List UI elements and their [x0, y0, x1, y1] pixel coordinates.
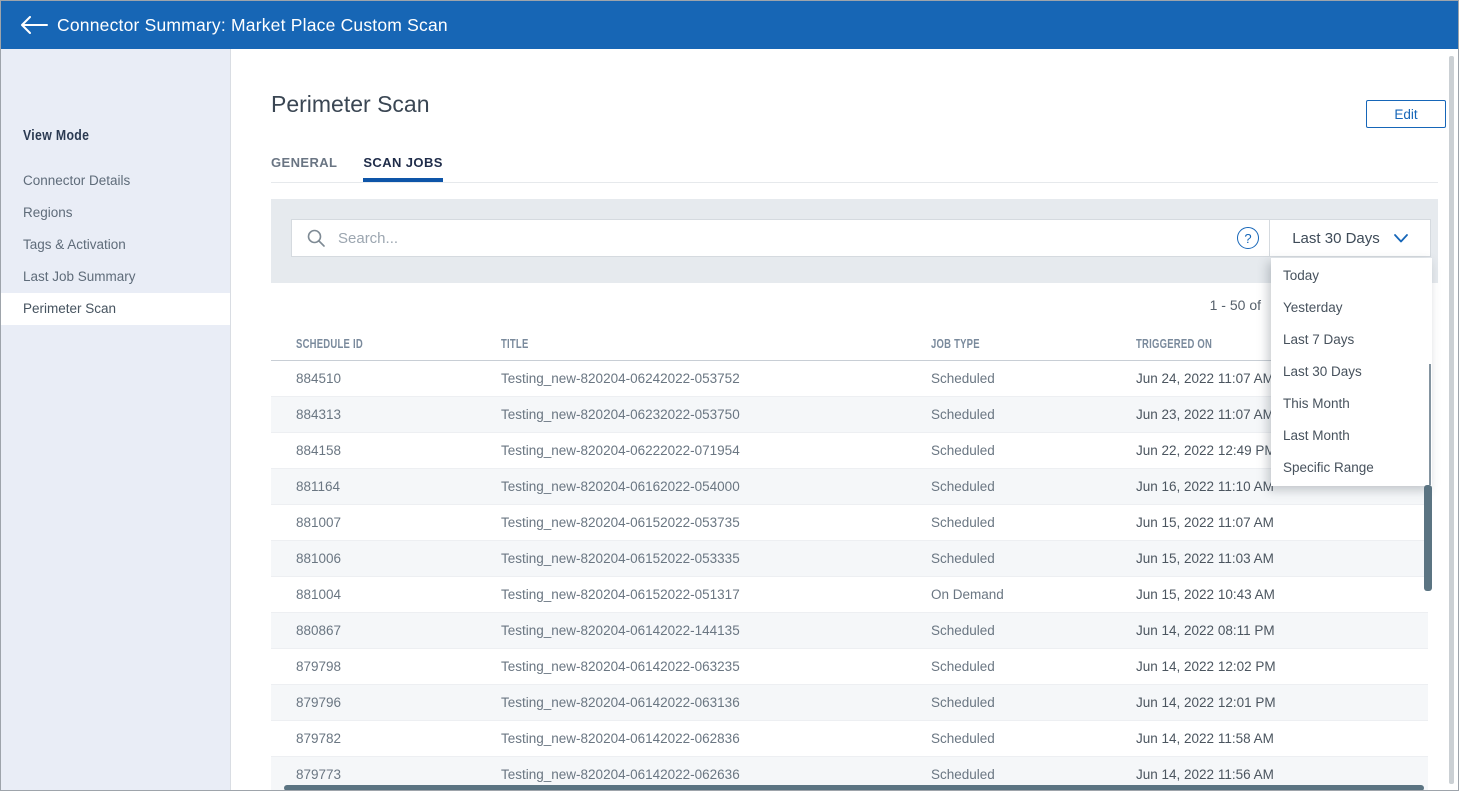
sidebar-section-title: View Mode: [23, 127, 89, 144]
table-row[interactable]: 884158Testing_new-820204-06222022-071954…: [271, 433, 1428, 469]
dropdown-option-today[interactable]: Today: [1271, 260, 1432, 292]
table-row[interactable]: 879796Testing_new-820204-06142022-063136…: [271, 685, 1428, 721]
schedule-id-cell: 881006: [296, 541, 501, 576]
column-header-job-type[interactable]: JOB TYPE: [931, 337, 1136, 351]
tab-general[interactable]: GENERAL: [271, 155, 337, 182]
triggered-on-cell: Jun 15, 2022 11:03 AM: [1136, 541, 1428, 576]
dropdown-option-this-month[interactable]: This Month: [1271, 388, 1432, 420]
title-cell: Testing_new-820204-06142022-063235: [501, 649, 931, 684]
table-row[interactable]: 881004Testing_new-820204-06152022-051317…: [271, 577, 1428, 613]
dropdown-option-last-7-days[interactable]: Last 7 Days: [1271, 324, 1432, 356]
help-circle-icon[interactable]: ?: [1237, 227, 1259, 249]
job-type-cell: Scheduled: [931, 505, 1136, 540]
schedule-id-cell: 884313: [296, 397, 501, 432]
job-type-cell: Scheduled: [931, 721, 1136, 756]
triggered-on-cell: Jun 14, 2022 12:02 PM: [1136, 649, 1428, 684]
table-row[interactable]: 881007Testing_new-820204-06152022-053735…: [271, 505, 1428, 541]
title-cell: Testing_new-820204-06142022-144135: [501, 613, 931, 648]
sidebar-item-last-job-summary[interactable]: Last Job Summary: [1, 261, 230, 293]
job-type-cell: Scheduled: [931, 613, 1136, 648]
sidebar: View Mode Connector DetailsRegionsTags &…: [1, 49, 231, 790]
triggered-on-cell: Jun 15, 2022 11:07 AM: [1136, 505, 1428, 540]
table-body: 884510Testing_new-820204-06242022-053752…: [271, 361, 1428, 791]
title-cell: Testing_new-820204-06162022-054000: [501, 469, 931, 504]
search-icon: [306, 228, 326, 248]
edit-button[interactable]: Edit: [1366, 100, 1446, 128]
job-type-cell: Scheduled: [931, 469, 1136, 504]
pagination-text: 1 - 50 of: [1210, 297, 1261, 313]
schedule-id-cell: 881164: [296, 469, 501, 504]
search-input[interactable]: [336, 229, 1237, 248]
schedule-id-cell: 879782: [296, 721, 501, 756]
dropdown-option-last-month[interactable]: Last Month: [1271, 420, 1432, 452]
sidebar-item-perimeter-scan[interactable]: Perimeter Scan: [1, 293, 230, 325]
title-cell: Testing_new-820204-06152022-053335: [501, 541, 931, 576]
job-type-cell: Scheduled: [931, 361, 1136, 396]
job-type-cell: Scheduled: [931, 685, 1136, 720]
arrow-left-icon: [20, 16, 48, 34]
schedule-id-cell: 879798: [296, 649, 501, 684]
page-scrollbar[interactable]: [1449, 56, 1454, 784]
job-type-cell: On Demand: [931, 577, 1136, 612]
back-arrow-icon[interactable]: [17, 10, 51, 40]
title-cell: Testing_new-820204-06142022-063136: [501, 685, 931, 720]
page-title: Perimeter Scan: [271, 91, 430, 118]
table-row[interactable]: 881164Testing_new-820204-06162022-054000…: [271, 469, 1428, 505]
table-row[interactable]: 879782Testing_new-820204-06142022-062836…: [271, 721, 1428, 757]
job-type-cell: Scheduled: [931, 649, 1136, 684]
dropdown-option-specific-range[interactable]: Specific Range: [1271, 452, 1432, 484]
dropdown-scrollbar-track: [1429, 364, 1431, 485]
table-row[interactable]: 881006Testing_new-820204-06152022-053335…: [271, 541, 1428, 577]
table-vertical-scrollbar-thumb[interactable]: [1424, 485, 1432, 591]
sidebar-item-connector-details[interactable]: Connector Details: [1, 165, 230, 197]
table-header-row: SCHEDULE IDTITLEJOB TYPETRIGGERED ON: [271, 337, 1428, 361]
date-range-selected-value: Last 30 Days: [1292, 230, 1380, 247]
job-type-cell: Scheduled: [931, 397, 1136, 432]
date-range-dropdown-menu: TodayYesterdayLast 7 DaysLast 30 DaysThi…: [1271, 258, 1432, 486]
triggered-on-cell: Jun 14, 2022 08:11 PM: [1136, 613, 1428, 648]
search-toolbar: ? Last 30 Days: [271, 199, 1438, 283]
schedule-id-cell: 880867: [296, 613, 501, 648]
column-header-schedule-id[interactable]: SCHEDULE ID: [296, 337, 501, 351]
job-type-cell: Scheduled: [931, 433, 1136, 468]
table-row[interactable]: 879798Testing_new-820204-06142022-063235…: [271, 649, 1428, 685]
triggered-on-cell: Jun 15, 2022 10:43 AM: [1136, 577, 1428, 612]
job-type-cell: Scheduled: [931, 541, 1136, 576]
title-cell: Testing_new-820204-06242022-053752: [501, 361, 931, 396]
app-window: Connector Summary: Market Place Custom S…: [0, 0, 1459, 791]
table-row[interactable]: 884313Testing_new-820204-06232022-053750…: [271, 397, 1428, 433]
schedule-id-cell: 881004: [296, 577, 501, 612]
dropdown-option-yesterday[interactable]: Yesterday: [1271, 292, 1432, 324]
dropdown-option-last-30-days[interactable]: Last 30 Days: [1271, 356, 1432, 388]
title-cell: Testing_new-820204-06152022-053735: [501, 505, 931, 540]
schedule-id-cell: 879796: [296, 685, 501, 720]
title-cell: Testing_new-820204-06152022-051317: [501, 577, 931, 612]
title-cell: Testing_new-820204-06232022-053750: [501, 397, 931, 432]
schedule-id-cell: 884158: [296, 433, 501, 468]
column-header-title[interactable]: TITLE: [501, 337, 931, 351]
tab-bar: GENERAL SCAN JOBS: [271, 155, 1438, 183]
schedule-id-cell: 884510: [296, 361, 501, 396]
sidebar-item-tags-activation[interactable]: Tags & Activation: [1, 229, 230, 261]
chevron-down-icon: [1394, 234, 1408, 243]
page-header-title: Connector Summary: Market Place Custom S…: [57, 15, 448, 36]
table-horizontal-scrollbar-thumb[interactable]: [284, 785, 1424, 791]
sidebar-item-list: Connector DetailsRegionsTags & Activatio…: [1, 165, 230, 325]
scan-jobs-table: SCHEDULE IDTITLEJOB TYPETRIGGERED ON 884…: [271, 337, 1428, 791]
table-row[interactable]: 880867Testing_new-820204-06142022-144135…: [271, 613, 1428, 649]
triggered-on-cell: Jun 14, 2022 11:58 AM: [1136, 721, 1428, 756]
top-header-bar: Connector Summary: Market Place Custom S…: [1, 1, 1458, 49]
schedule-id-cell: 881007: [296, 505, 501, 540]
table-row[interactable]: 884510Testing_new-820204-06242022-053752…: [271, 361, 1428, 397]
tab-scan-jobs[interactable]: SCAN JOBS: [363, 155, 442, 182]
date-range-dropdown-button[interactable]: Last 30 Days: [1270, 220, 1430, 256]
search-bar: ? Last 30 Days: [291, 219, 1431, 257]
title-cell: Testing_new-820204-06142022-062836: [501, 721, 931, 756]
sidebar-item-regions[interactable]: Regions: [1, 197, 230, 229]
triggered-on-cell: Jun 14, 2022 12:01 PM: [1136, 685, 1428, 720]
title-cell: Testing_new-820204-06222022-071954: [501, 433, 931, 468]
